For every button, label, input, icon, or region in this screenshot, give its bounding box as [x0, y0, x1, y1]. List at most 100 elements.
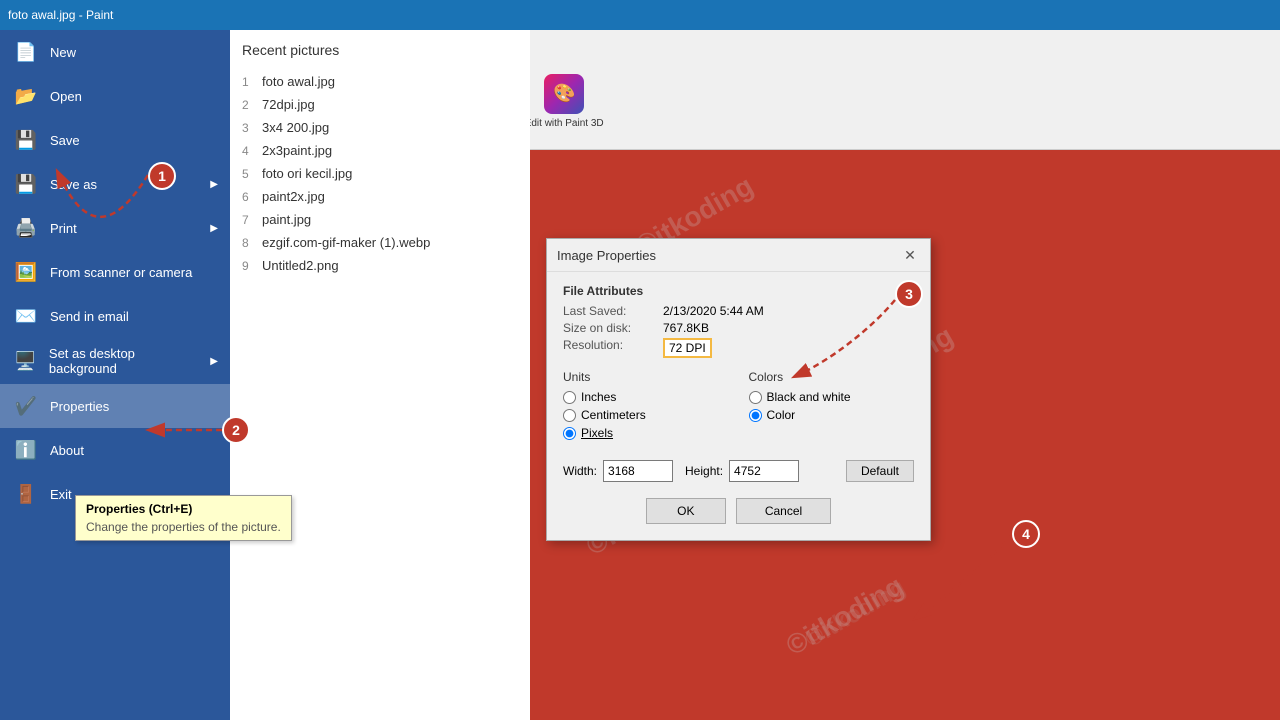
width-input[interactable]: [603, 460, 673, 482]
recent-name-7: paint.jpg: [262, 212, 311, 227]
menu-item-exit-label: Exit: [50, 487, 72, 502]
title-bar: foto awal.jpg - Paint: [0, 0, 1280, 30]
ok-button[interactable]: OK: [646, 498, 726, 524]
menu-item-properties[interactable]: ✔️ Properties: [0, 384, 230, 428]
recent-num-6: 6: [242, 190, 256, 204]
save-as-icon: 💾: [12, 170, 40, 198]
menu-item-desktop-bg[interactable]: 🖥️ Set as desktop background ▶: [0, 338, 230, 384]
menu-item-save-as[interactable]: 💾 Save as ▶: [0, 162, 230, 206]
step-2-label: 2: [232, 422, 240, 438]
recent-num-2: 2: [242, 98, 256, 112]
recent-num-3: 3: [242, 121, 256, 135]
recent-name-5: foto ori kecil.jpg: [262, 166, 352, 181]
menu-item-save-as-label: Save as: [50, 177, 97, 192]
menu-item-scanner[interactable]: 🖼️ From scanner or camera: [0, 250, 230, 294]
width-field: Width:: [563, 460, 673, 482]
print-icon: 🖨️: [12, 214, 40, 242]
recent-name-3: 3x4 200.jpg: [262, 120, 329, 135]
file-menu-overlay: 📄 New 📂 Open 💾 Save 💾 Save as ▶ 🖨️ Print…: [0, 30, 530, 720]
recent-panel: Recent pictures 1 foto awal.jpg 2 72dpi.…: [230, 30, 530, 720]
menu-item-save[interactable]: 💾 Save: [0, 118, 230, 162]
radio-color-label: Color: [767, 408, 796, 422]
height-input[interactable]: [729, 460, 799, 482]
radio-color-input[interactable]: [749, 409, 762, 422]
radio-inches-label: Inches: [581, 390, 616, 404]
recent-item-1[interactable]: 1 foto awal.jpg: [242, 70, 518, 93]
recent-item-8[interactable]: 8 ezgif.com-gif-maker (1).webp: [242, 231, 518, 254]
desktop-bg-arrow: ▶: [210, 356, 218, 367]
colors-title: Colors: [749, 370, 915, 384]
dialog-options: Units Inches Centimeters Pixels Colors: [563, 370, 914, 444]
recent-name-6: paint2x.jpg: [262, 189, 325, 204]
menu-item-new[interactable]: 📄 New: [0, 30, 230, 74]
open-icon: 📂: [12, 82, 40, 110]
file-menu-left: 📄 New 📂 Open 💾 Save 💾 Save as ▶ 🖨️ Print…: [0, 30, 230, 720]
default-button[interactable]: Default: [846, 460, 914, 482]
recent-num-7: 7: [242, 213, 256, 227]
dialog-close-button[interactable]: ✕: [900, 245, 920, 265]
recent-title: Recent pictures: [242, 42, 518, 58]
menu-item-print[interactable]: 🖨️ Print ▶: [0, 206, 230, 250]
radio-pixels[interactable]: Pixels: [563, 426, 729, 440]
recent-item-9[interactable]: 9 Untitled2.png: [242, 254, 518, 277]
image-properties-dialog: Image Properties ✕ File Attributes Last …: [546, 238, 931, 541]
recent-name-4: 2x3paint.jpg: [262, 143, 332, 158]
new-icon: 📄: [12, 38, 40, 66]
file-attributes-section: File Attributes Last Saved: 2/13/2020 5:…: [563, 284, 914, 358]
radio-bw-input[interactable]: [749, 391, 762, 404]
dialog-title-bar: Image Properties ✕: [547, 239, 930, 272]
edit-with-paint3d-button[interactable]: 🎨 Edit with Paint 3D: [521, 70, 608, 133]
radio-centimeters[interactable]: Centimeters: [563, 408, 729, 422]
step-3-label: 3: [905, 286, 913, 302]
menu-item-new-label: New: [50, 45, 76, 60]
menu-item-print-label: Print: [50, 221, 77, 236]
menu-item-email[interactable]: ✉️ Send in email: [0, 294, 230, 338]
recent-item-3[interactable]: 3 3x4 200.jpg: [242, 116, 518, 139]
menu-item-desktop-bg-label: Set as desktop background: [49, 346, 200, 376]
menu-item-about[interactable]: ℹ️ About: [0, 428, 230, 472]
height-field: Height:: [685, 460, 799, 482]
resolution-label: Resolution:: [563, 338, 663, 358]
radio-pixels-input[interactable]: [563, 427, 576, 440]
recent-item-5[interactable]: 5 foto ori kecil.jpg: [242, 162, 518, 185]
dialog-body: File Attributes Last Saved: 2/13/2020 5:…: [547, 272, 930, 540]
paint3d-icon: 🎨: [544, 74, 584, 114]
tooltip-title: Properties (Ctrl+E): [86, 502, 281, 516]
recent-name-1: foto awal.jpg: [262, 74, 335, 89]
menu-item-open[interactable]: 📂 Open: [0, 74, 230, 118]
size-on-disk-value: 767.8KB: [663, 321, 709, 335]
step-2-circle: 2: [222, 416, 250, 444]
recent-item-6[interactable]: 6 paint2x.jpg: [242, 185, 518, 208]
radio-bw[interactable]: Black and white: [749, 390, 915, 404]
recent-name-2: 72dpi.jpg: [262, 97, 315, 112]
scanner-icon: 🖼️: [12, 258, 40, 286]
properties-tooltip: Properties (Ctrl+E) Change the propertie…: [75, 495, 292, 541]
step-1-circle: 1: [148, 162, 176, 190]
recent-num-4: 4: [242, 144, 256, 158]
desktop-bg-icon: 🖥️: [12, 347, 39, 375]
tooltip-desc: Change the properties of the picture.: [86, 520, 281, 534]
recent-num-5: 5: [242, 167, 256, 181]
recent-item-2[interactable]: 2 72dpi.jpg: [242, 93, 518, 116]
recent-item-4[interactable]: 4 2x3paint.jpg: [242, 139, 518, 162]
units-title: Units: [563, 370, 729, 384]
file-attrs-title: File Attributes: [563, 284, 914, 298]
dialog-title: Image Properties: [557, 248, 656, 263]
height-label: Height:: [685, 464, 723, 478]
menu-item-save-label: Save: [50, 133, 80, 148]
size-on-disk-row: Size on disk: 767.8KB: [563, 321, 914, 335]
radio-inches-input[interactable]: [563, 391, 576, 404]
radio-inches[interactable]: Inches: [563, 390, 729, 404]
radio-centimeters-input[interactable]: [563, 409, 576, 422]
about-icon: ℹ️: [12, 436, 40, 464]
recent-item-7[interactable]: 7 paint.jpg: [242, 208, 518, 231]
last-saved-row: Last Saved: 2/13/2020 5:44 AM: [563, 304, 914, 318]
width-label: Width:: [563, 464, 597, 478]
radio-centimeters-label: Centimeters: [581, 408, 646, 422]
radio-color[interactable]: Color: [749, 408, 915, 422]
size-on-disk-label: Size on disk:: [563, 321, 663, 335]
menu-item-scanner-label: From scanner or camera: [50, 265, 192, 280]
cancel-button[interactable]: Cancel: [736, 498, 831, 524]
units-group: Units Inches Centimeters Pixels: [563, 370, 729, 444]
save-as-arrow: ▶: [210, 179, 218, 190]
